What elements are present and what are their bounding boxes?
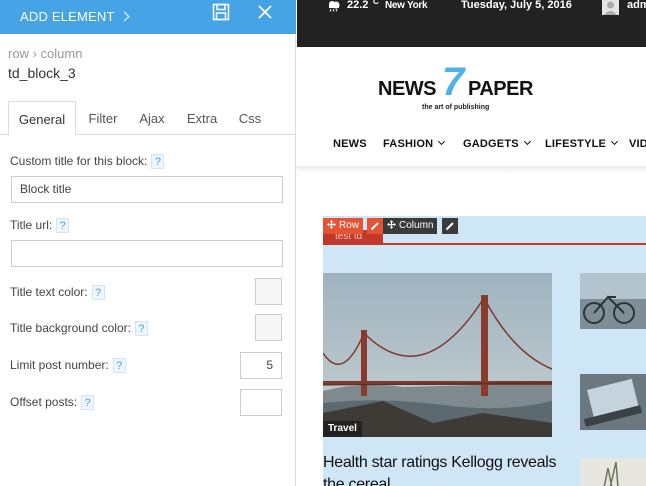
column-edit-pencil-icon[interactable]	[442, 218, 458, 234]
close-icon[interactable]	[256, 3, 274, 21]
tab-ajax[interactable]: Ajax	[128, 101, 176, 135]
menu-item-label: GADGETS	[463, 138, 519, 150]
thumbnail-bikes[interactable]	[580, 273, 646, 329]
topbar-date: Tuesday, July 5, 2016	[461, 0, 572, 11]
menu-item-lifestyle[interactable]: LIFESTYLE	[545, 137, 619, 150]
menu-item-label: NEWS	[333, 138, 367, 150]
block-preview[interactable]: test td Row Column Travel Health star ra…	[323, 216, 646, 486]
add-element-label: ADD ELEMENT	[20, 9, 115, 24]
offset-posts-label: Offset posts:?	[10, 395, 95, 411]
main-menu: NEWS FASHION GADGETS LIFESTYLE VID	[297, 128, 646, 162]
tab-bar: General Filter Ajax Extra Css	[0, 101, 296, 136]
chevron-right-icon	[119, 11, 130, 22]
custom-title-label: Custom title for this block:?	[10, 154, 165, 170]
breadcrumb: row › column	[8, 46, 82, 61]
help-icon[interactable]: ?	[56, 218, 70, 234]
menu-item-news[interactable]: NEWS	[333, 138, 367, 150]
title-url-label-text: Title url:	[10, 218, 53, 232]
title-text-color-label-text: Title text color:	[10, 285, 88, 299]
site-logo[interactable]: NEWS 7 PAPER the art of publishing	[378, 62, 538, 114]
thumbnail-plant[interactable]	[580, 458, 646, 486]
menu-item-label: LIFESTYLE	[545, 138, 607, 150]
title-text-color-picker[interactable]	[255, 278, 282, 305]
tab-filter[interactable]: Filter	[78, 101, 128, 135]
menu-item-video[interactable]: VID	[629, 138, 646, 150]
row-edit-pencil-icon[interactable]	[367, 218, 383, 234]
chevron-down-icon	[523, 137, 531, 146]
title-url-label: Title url:?	[10, 218, 70, 234]
help-icon[interactable]: ?	[81, 395, 95, 411]
panel-header: ADD ELEMENT	[0, 0, 296, 34]
temperature-unit: C	[373, 0, 379, 6]
breadcrumb-row[interactable]: row	[8, 46, 29, 61]
limit-post-label: Limit post number:?	[10, 358, 126, 374]
breadcrumb-separator: ›	[32, 46, 37, 61]
block-title-underline	[323, 243, 646, 245]
category-label[interactable]: Travel	[323, 421, 362, 437]
move-icon	[387, 220, 396, 229]
offset-posts-label-text: Offset posts:	[10, 395, 78, 409]
menu-item-gadgets[interactable]: GADGETS	[463, 137, 531, 150]
help-icon[interactable]: ?	[151, 154, 165, 170]
row-label: Row	[339, 220, 360, 231]
column-label: Column	[399, 220, 434, 231]
logo-seven: 7	[442, 60, 465, 104]
menu-item-label: VID	[629, 138, 646, 150]
custom-title-input[interactable]: Block title	[11, 176, 283, 203]
title-url-input[interactable]	[11, 240, 283, 267]
offset-posts-input[interactable]	[240, 389, 282, 416]
menu-item-label: FASHION	[383, 138, 434, 150]
title-bg-color-picker[interactable]	[255, 314, 282, 341]
row-handle[interactable]: Row	[323, 218, 364, 234]
move-icon	[327, 220, 336, 229]
column-handle[interactable]: Column	[383, 218, 438, 234]
thumbnail-laptop[interactable]	[580, 374, 646, 430]
help-icon[interactable]: ?	[112, 358, 126, 374]
user-avatar-icon[interactable]	[602, 0, 619, 15]
title-bg-color-label-text: Title background color:	[10, 321, 131, 335]
menu-shadow	[297, 166, 646, 174]
tab-general[interactable]: General	[8, 101, 76, 136]
block-name: td_block_3	[8, 65, 76, 81]
custom-title-label-text: Custom title for this block:	[10, 154, 148, 168]
tab-css[interactable]: Css	[226, 101, 274, 135]
weather-city: New York	[385, 0, 428, 11]
logo-tagline: the art of publishing	[422, 104, 490, 111]
site-topbar: 22.2 C New York Tuesday, July 5, 2016 ad…	[297, 0, 646, 47]
chevron-down-icon	[438, 137, 446, 146]
menu-item-fashion[interactable]: FASHION	[383, 137, 446, 150]
save-icon[interactable]	[212, 3, 230, 21]
settings-panel: ADD ELEMENT row › column td_block_3 Gene…	[0, 0, 296, 486]
featured-image-golden-gate[interactable]	[323, 273, 552, 437]
site-preview: 22.2 C New York Tuesday, July 5, 2016 ad…	[297, 0, 646, 486]
help-icon[interactable]: ?	[134, 321, 148, 337]
weather-cloud-icon	[329, 1, 340, 12]
title-bg-color-label: Title background color:?	[10, 321, 148, 337]
tab-extra[interactable]: Extra	[178, 101, 226, 135]
logo-news: NEWS	[378, 78, 437, 100]
breadcrumb-column[interactable]: column	[41, 46, 83, 61]
temperature: 22.2	[347, 0, 369, 11]
limit-post-label-text: Limit post number:	[10, 358, 109, 372]
add-element-button[interactable]: ADD ELEMENT	[20, 0, 130, 34]
chevron-down-icon	[611, 137, 619, 146]
user-name[interactable]: adm	[627, 0, 646, 11]
title-text-color-label: Title text color:?	[10, 285, 105, 301]
help-icon[interactable]: ?	[91, 285, 105, 301]
limit-post-input[interactable]: 5	[240, 352, 282, 379]
post-headline[interactable]: Health star ratings Kellogg reveals the …	[323, 452, 563, 486]
logo-paper: PAPER	[468, 78, 533, 100]
